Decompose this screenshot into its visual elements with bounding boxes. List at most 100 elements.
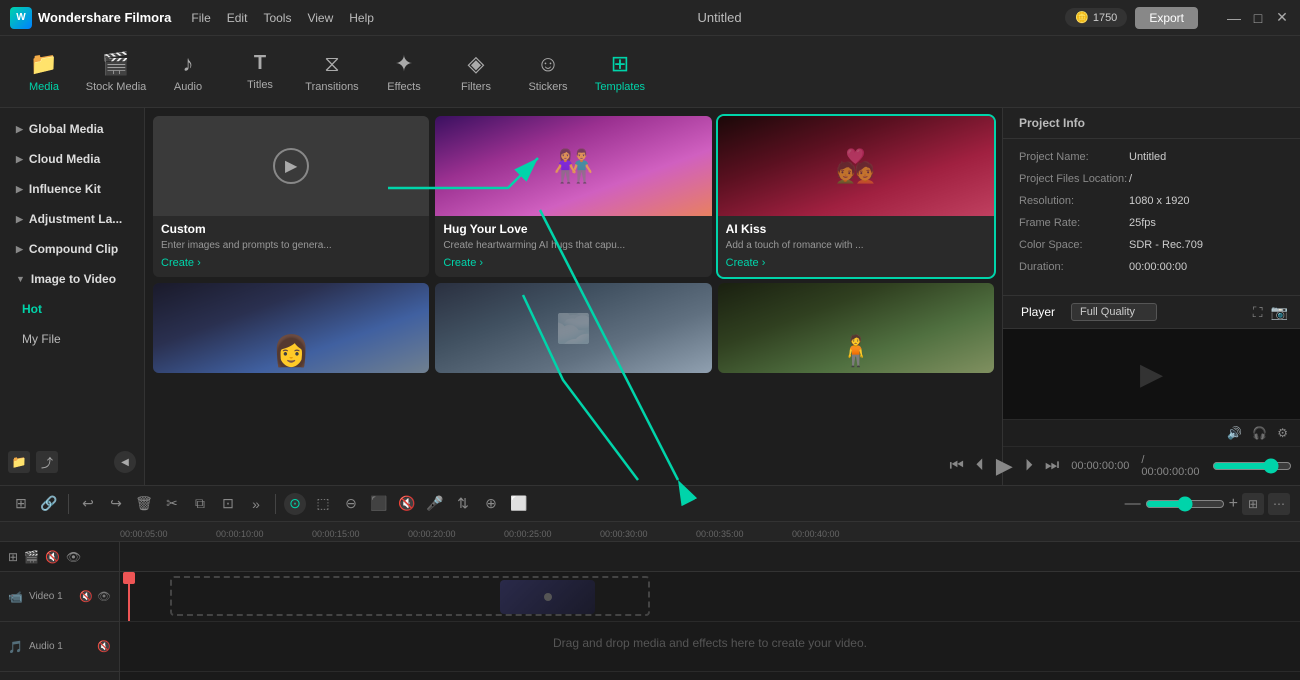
menu-file[interactable]: File xyxy=(191,11,210,25)
track-label-audio1: 🎵 Audio 1 🔇 xyxy=(0,622,119,672)
play-btn[interactable]: ▶ xyxy=(996,453,1013,479)
expand-icon: ▶ xyxy=(16,244,23,255)
sidebar-item-global[interactable]: ▶ Global Media xyxy=(4,115,140,143)
mute-icon[interactable]: 🔇 xyxy=(396,493,418,515)
card-hug[interactable]: 👫 Hug Your Love Create heartwarming AI h… xyxy=(435,116,711,277)
export-button[interactable]: Export xyxy=(1135,7,1198,29)
magnet-icon[interactable]: 🔗 xyxy=(38,493,60,515)
card-hug-create[interactable]: Create › xyxy=(443,257,703,269)
coins-button[interactable]: 🪙 1750 xyxy=(1065,8,1127,27)
frame-fwd-btn[interactable]: ⏵ xyxy=(1025,457,1033,475)
import-icon[interactable]: ⤴ xyxy=(36,451,58,473)
menu-edit[interactable]: Edit xyxy=(227,11,248,25)
ruler-tick-3: 00:00:20:00 xyxy=(408,529,456,539)
copy-icon[interactable]: ⧉ xyxy=(189,493,211,515)
trim-icon[interactable]: ⊖ xyxy=(340,493,362,515)
timeline-mode-icon[interactable]: ⊙ xyxy=(284,493,306,515)
cut-icon[interactable]: ✂ xyxy=(161,493,183,515)
tool-audio[interactable]: ♪ Audio xyxy=(154,40,222,104)
sidebar-item-adjustment[interactable]: ▶ Adjustment La... xyxy=(4,205,140,233)
delete-icon[interactable]: 🗑 xyxy=(133,493,155,515)
card-hug-desc: Create heartwarming AI hugs that capu... xyxy=(443,239,703,252)
skip-back-btn[interactable]: ⏮ xyxy=(950,457,964,475)
playhead-marker[interactable] xyxy=(128,572,130,621)
maximize-button[interactable]: □ xyxy=(1250,10,1266,26)
sidebar-label-influence: Influence Kit xyxy=(29,182,101,196)
zoom-in-icon[interactable]: + xyxy=(1229,495,1238,513)
grid-view-btn[interactable]: ⊞ xyxy=(1242,493,1264,515)
tool-templates[interactable]: ⊞ Templates xyxy=(586,40,654,104)
effects-icon: ✦ xyxy=(395,51,413,77)
sidebar-item-myfile[interactable]: My File xyxy=(4,325,140,353)
sidebar-item-hot[interactable]: Hot xyxy=(4,295,140,323)
card-g3[interactable]: 🧍 xyxy=(718,283,994,373)
sidebar-item-compound[interactable]: ▶ Compound Clip xyxy=(4,235,140,263)
frame-back-btn[interactable]: ⏴ xyxy=(976,457,984,475)
coins-value: 1750 xyxy=(1093,12,1117,24)
more-icon[interactable]: » xyxy=(245,493,267,515)
video-clip[interactable] xyxy=(500,580,595,614)
timeline-menu-btn[interactable]: ⋯ xyxy=(1268,493,1290,515)
screenshot-icon[interactable]: 📷 xyxy=(1271,304,1288,321)
zoom-slider[interactable] xyxy=(1145,496,1225,512)
quality-dropdown[interactable]: Full Quality 1/2 1/4 xyxy=(1071,303,1157,321)
video-mute-icon[interactable]: 🔇 xyxy=(79,590,93,603)
fullscreen-icon[interactable]: ⛶ xyxy=(1253,304,1263,321)
overlay-icon[interactable]: ⊕ xyxy=(480,493,502,515)
tool-transitions[interactable]: ⧖ Transitions xyxy=(298,40,366,104)
minimize-button[interactable]: — xyxy=(1226,10,1242,26)
card-custom[interactable]: ▶ Custom Enter images and prompts to gen… xyxy=(153,116,429,277)
pip-icon[interactable]: ⬜ xyxy=(508,493,530,515)
track-options-icon[interactable]: 🎬 xyxy=(24,550,39,564)
volume-slider[interactable] xyxy=(1212,458,1292,474)
card-g2[interactable]: 🌫️ xyxy=(435,283,711,373)
sidebar-item-influence[interactable]: ▶ Influence Kit xyxy=(4,175,140,203)
menu-tools[interactable]: Tools xyxy=(263,11,291,25)
card-custom-create[interactable]: Create › xyxy=(161,257,421,269)
ripple-icon[interactable]: ⬚ xyxy=(312,493,334,515)
player-tab[interactable]: Player xyxy=(1015,302,1061,322)
sidebar-item-image2video[interactable]: ▼ Image to Video xyxy=(4,265,140,293)
sidebar-collapse-icon[interactable]: ◀ xyxy=(114,451,136,473)
sound-icon[interactable]: 🔊 xyxy=(1227,426,1242,440)
headphone-icon[interactable]: 🎧 xyxy=(1252,426,1267,440)
menu-view[interactable]: View xyxy=(307,11,333,25)
tool-stickers[interactable]: ☺ Stickers xyxy=(514,40,582,104)
menu-help[interactable]: Help xyxy=(349,11,374,25)
split-icon[interactable]: ⬛ xyxy=(368,493,390,515)
video-track-row[interactable] xyxy=(120,572,1300,622)
audio1-label: Audio 1 xyxy=(29,641,91,652)
tool-titles[interactable]: T Titles xyxy=(226,40,294,104)
audio-mute-icon[interactable]: 🔇 xyxy=(97,640,111,653)
mix-icon[interactable]: ⇅ xyxy=(452,493,474,515)
templates-label: Templates xyxy=(595,81,645,93)
card-g1[interactable]: 👩 xyxy=(153,283,429,373)
paste-icon[interactable]: ⊡ xyxy=(217,493,239,515)
tool-effects[interactable]: ✦ Effects xyxy=(370,40,438,104)
add-folder-icon[interactable]: 📁 xyxy=(8,451,30,473)
track-content[interactable]: Drag and drop media and effects here to … xyxy=(120,542,1300,680)
video-eye-icon[interactable]: 👁 xyxy=(97,590,111,603)
undo-icon[interactable]: ↩ xyxy=(77,493,99,515)
redo-icon[interactable]: ↪ xyxy=(105,493,127,515)
mic-icon[interactable]: 🎤 xyxy=(424,493,446,515)
transitions-icon: ⧖ xyxy=(324,51,339,77)
tool-filters[interactable]: ◈ Filters xyxy=(442,40,510,104)
project-info-body: Project Name: Untitled Project Files Loc… xyxy=(1003,139,1300,295)
card-kiss[interactable]: 💑 AI Kiss Add a touch of romance with ..… xyxy=(718,116,994,277)
snap-icon[interactable]: ⊞ xyxy=(10,493,32,515)
timeline: ⊞ 🔗 ↩ ↪ 🗑 ✂ ⧉ ⊡ » ⊙ ⬚ ⊖ ⬛ 🔇 🎤 ⇅ ⊕ ⬜ — + … xyxy=(0,485,1300,680)
tool-stock-media[interactable]: 🎬 Stock Media xyxy=(82,40,150,104)
track-eye-icon[interactable]: 👁 xyxy=(66,550,81,564)
tool-media[interactable]: 📁 Media xyxy=(10,40,78,104)
close-button[interactable]: ✕ xyxy=(1274,10,1290,26)
settings-icon[interactable]: ⚙ xyxy=(1277,426,1288,440)
expand-icon: ▶ xyxy=(16,124,23,135)
add-track-icon[interactable]: ⊞ xyxy=(8,550,18,564)
skip-fwd-btn[interactable]: ⏭ xyxy=(1045,457,1059,475)
stickers-icon: ☺ xyxy=(537,51,559,77)
sidebar-item-cloud[interactable]: ▶ Cloud Media xyxy=(4,145,140,173)
track-lock-icon[interactable]: 🔇 xyxy=(45,550,60,564)
zoom-out-icon[interactable]: — xyxy=(1125,495,1141,513)
card-kiss-create[interactable]: Create › xyxy=(726,257,986,269)
